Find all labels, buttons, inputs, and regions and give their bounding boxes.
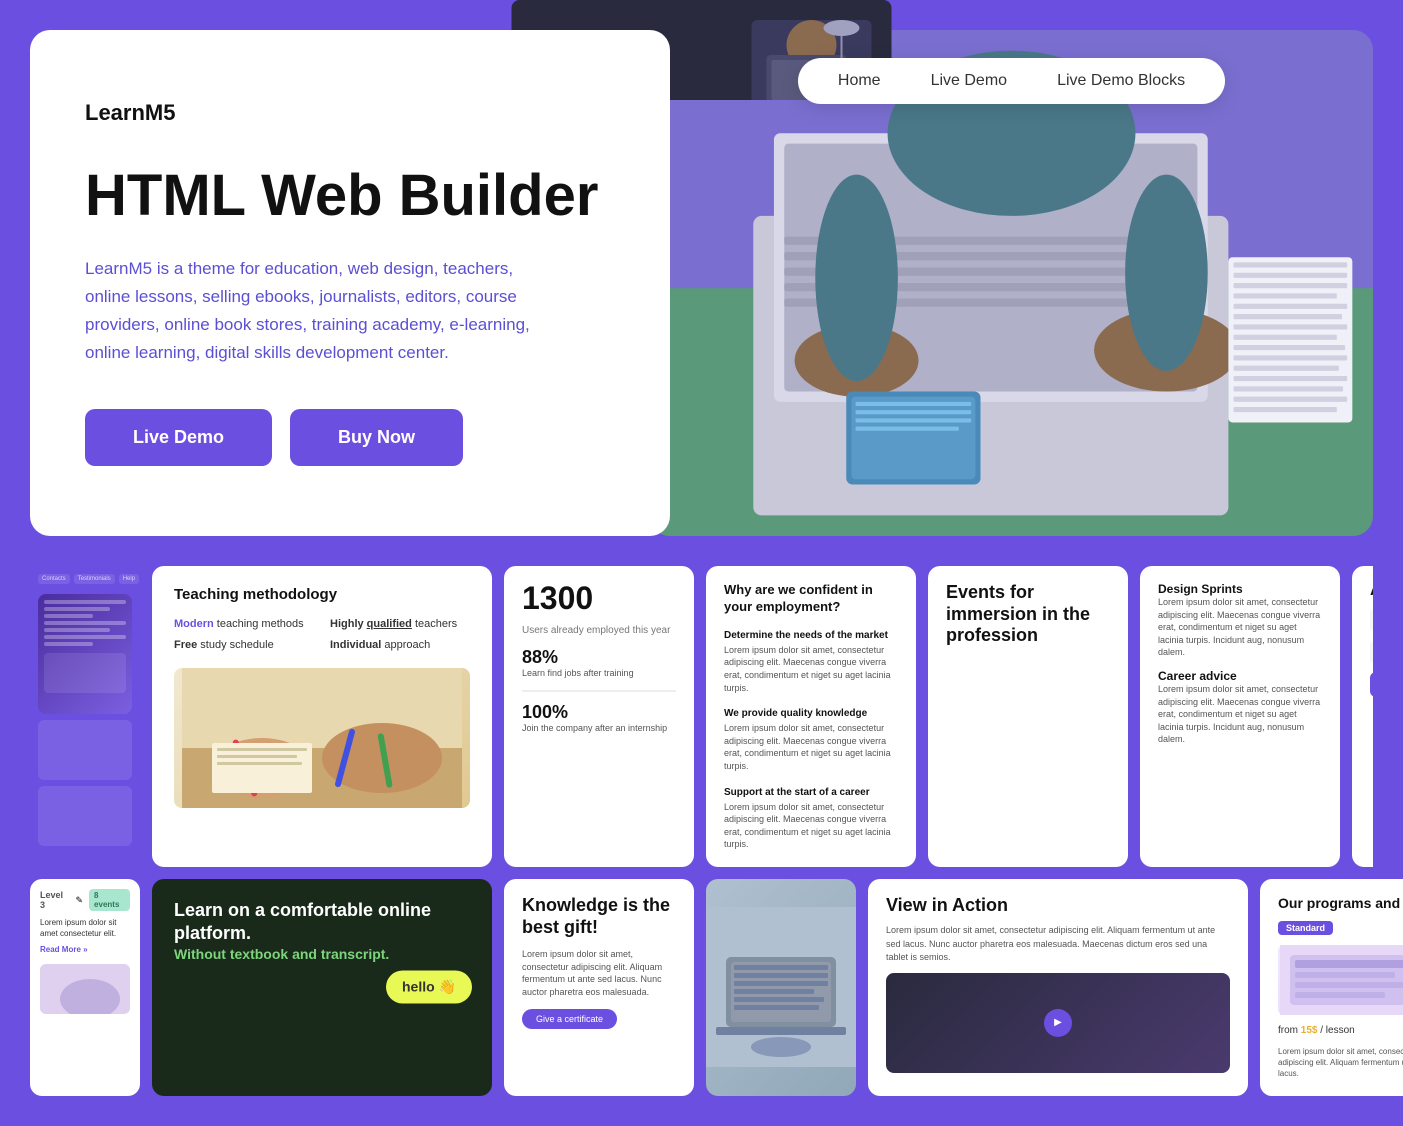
knowledge-title: Knowledge is the best gift! [522,895,676,938]
hero-description: LearnM5 is a theme for education, web de… [85,255,555,367]
employment-text-3: Lorem ipsum dolor sit amet, consectetur … [724,801,898,851]
stats-number: 1300 [522,582,676,614]
laptop-photo-image [706,879,856,1096]
employment-section-title-3: Support at the start of a career [724,787,898,798]
hero-title: HTML Web Builder [85,166,615,227]
teaching-feature-4: Individual approach [330,638,470,653]
play-button[interactable]: ▶ [1044,1009,1072,1037]
price-value: 15$ [1301,1025,1318,1036]
teaching-feature-3: Free study schedule [174,638,314,653]
nav-live-demo-blocks[interactable]: Live Demo Blocks [1057,72,1185,90]
nav-live-demo[interactable]: Live Demo [931,72,1007,90]
learn-sub-text: Without textbook and transcript. [174,946,470,962]
events-title: Events for immersion in the profession [946,582,1110,647]
stats-subtitle: Users already employed this year [522,624,676,637]
nav-home[interactable]: Home [838,72,881,90]
knowledge-text: Lorem ipsum dolor sit amet, consectetur … [522,948,676,998]
standard-badge: Standard [1278,921,1333,935]
employment-section-title-1: Determine the needs of the market [724,630,898,641]
apply-name-field[interactable] [1370,608,1373,632]
employment-section-3: Support at the start of a career Lorem i… [724,787,898,851]
sprints-section-2: Career advice Lorem ipsum dolor sit amet… [1158,669,1322,746]
preview-strip-2: Level 3 ✎ 8 events Lorem ipsum dolor sit… [30,879,1373,1096]
learn-online-card: Learn on a comfortable online platform. … [152,879,492,1096]
view-text: Lorem ipsum dolor sit amet, consectetur … [886,924,1230,965]
programs-title: Our programs and [1278,895,1403,911]
logo: LearnM5 [85,100,615,126]
sprints-text-2: Lorem ipsum dolor sit amet, consectetur … [1158,683,1322,746]
employment-section-1: Determine the needs of the market Lorem … [724,630,898,694]
read-more-link[interactable]: Read More » [40,945,130,954]
program-preview-image [1278,945,1403,1015]
employment-text-1: Lorem ipsum dolor sit amet, consectetur … [724,644,898,694]
phone-mockup-card: Contacts Testimonials Help [30,566,140,867]
stat-row-2: 100% Join the company after an internshi… [522,702,676,735]
teaching-feature-2: Highly qualified teachers [330,617,470,632]
buy-now-button[interactable]: Buy Now [290,409,463,466]
learn-main-text: Learn on a comfortable online platform. [174,899,470,946]
circle-edit-icon: ✎ [76,895,84,906]
teaching-features: Modern teaching methods Highly qualified… [174,617,470,654]
preview-section: Contacts Testimonials Help [0,566,1403,1125]
sprints-title-2: Career advice [1158,669,1322,683]
programs-card: Our programs and Standard from 15$ / les… [1260,879,1403,1096]
apply-submit-button[interactable]: Send an application [1370,672,1373,697]
level-text: Lorem ipsum dolor sit amet consectetur e… [40,917,130,939]
laptop-photo-card [706,879,856,1096]
view-title: View in Action [886,895,1230,916]
teaching-feature-1: Modern teaching methods [174,617,314,632]
sprints-section-1: Design Sprints Lorem ipsum dolor sit ame… [1158,582,1322,659]
employment-section-title-2: We provide quality knowledge [724,708,898,719]
teaching-title: Teaching methodology [174,586,470,603]
preview-strip-1: Contacts Testimonials Help [30,566,1373,867]
knowledge-card: Knowledge is the best gift! Lorem ipsum … [504,879,694,1096]
sprints-title-1: Design Sprints [1158,582,1322,596]
hero-buttons: Live Demo Buy Now [85,409,615,466]
view-image: ▶ [886,973,1230,1073]
live-demo-button[interactable]: Live Demo [85,409,272,466]
testimonials-tab[interactable]: Testimonials [74,574,115,584]
sprints-card: Design Sprints Lorem ipsum dolor sit ame… [1140,566,1340,867]
phone-screen [38,594,132,714]
employment-text-2: Lorem ipsum dolor sit amet, consectetur … [724,722,898,772]
sprints-text-1: Lorem ipsum dolor sit amet, consectetur … [1158,596,1322,659]
view-in-action-card: View in Action Lorem ipsum dolor sit ame… [868,879,1248,1096]
employment-card: Why are we confident in your employment?… [706,566,916,867]
certificate-button[interactable]: Give a certificate [522,1009,617,1029]
apply-title: Apply for study [1370,582,1373,600]
stat-percent-2: 100% Join the company after an internshi… [522,702,667,735]
stat-row-1: 88% Learn find jobs after training [522,647,676,680]
events-badge: 8 events [89,889,130,911]
hello-badge: hello 👋 [386,971,472,1004]
contacts-tab[interactable]: Contacts [38,574,70,584]
employment-section-2: We provide quality knowledge Lorem ipsum… [724,708,898,772]
level-badge: Level 3 [40,890,70,910]
apply-card: Apply for study Send an application [1352,566,1373,867]
programs-description: Lorem ipsum dolor sit amet, consectetur … [1278,1046,1403,1080]
apply-phone-field[interactable] [1370,640,1373,664]
nav-pill: Home Live Demo Live Demo Blocks [798,58,1225,104]
stats-card: 1300 Users already employed this year 88… [504,566,694,867]
stat-percent-1: 88% Learn find jobs after training [522,647,634,680]
from-price: from 15$ / lesson [1278,1025,1403,1036]
hero-image-panel: Home Live Demo Live Demo Blocks [650,30,1373,536]
events-card: Events for immersion in the profession [928,566,1128,867]
teaching-image [174,668,470,808]
employment-title: Why are we confident in your employment? [724,582,898,616]
hero-nav: Home Live Demo Live Demo Blocks [650,58,1373,104]
hero-left-panel: LearnM5 HTML Web Builder LearnM5 is a th… [30,30,670,536]
hero-background-image [650,30,1373,536]
teaching-methodology-card: Teaching methodology Modern teaching met… [152,566,492,867]
help-tab[interactable]: Help [119,574,139,584]
level-card: Level 3 ✎ 8 events Lorem ipsum dolor sit… [30,879,140,1096]
